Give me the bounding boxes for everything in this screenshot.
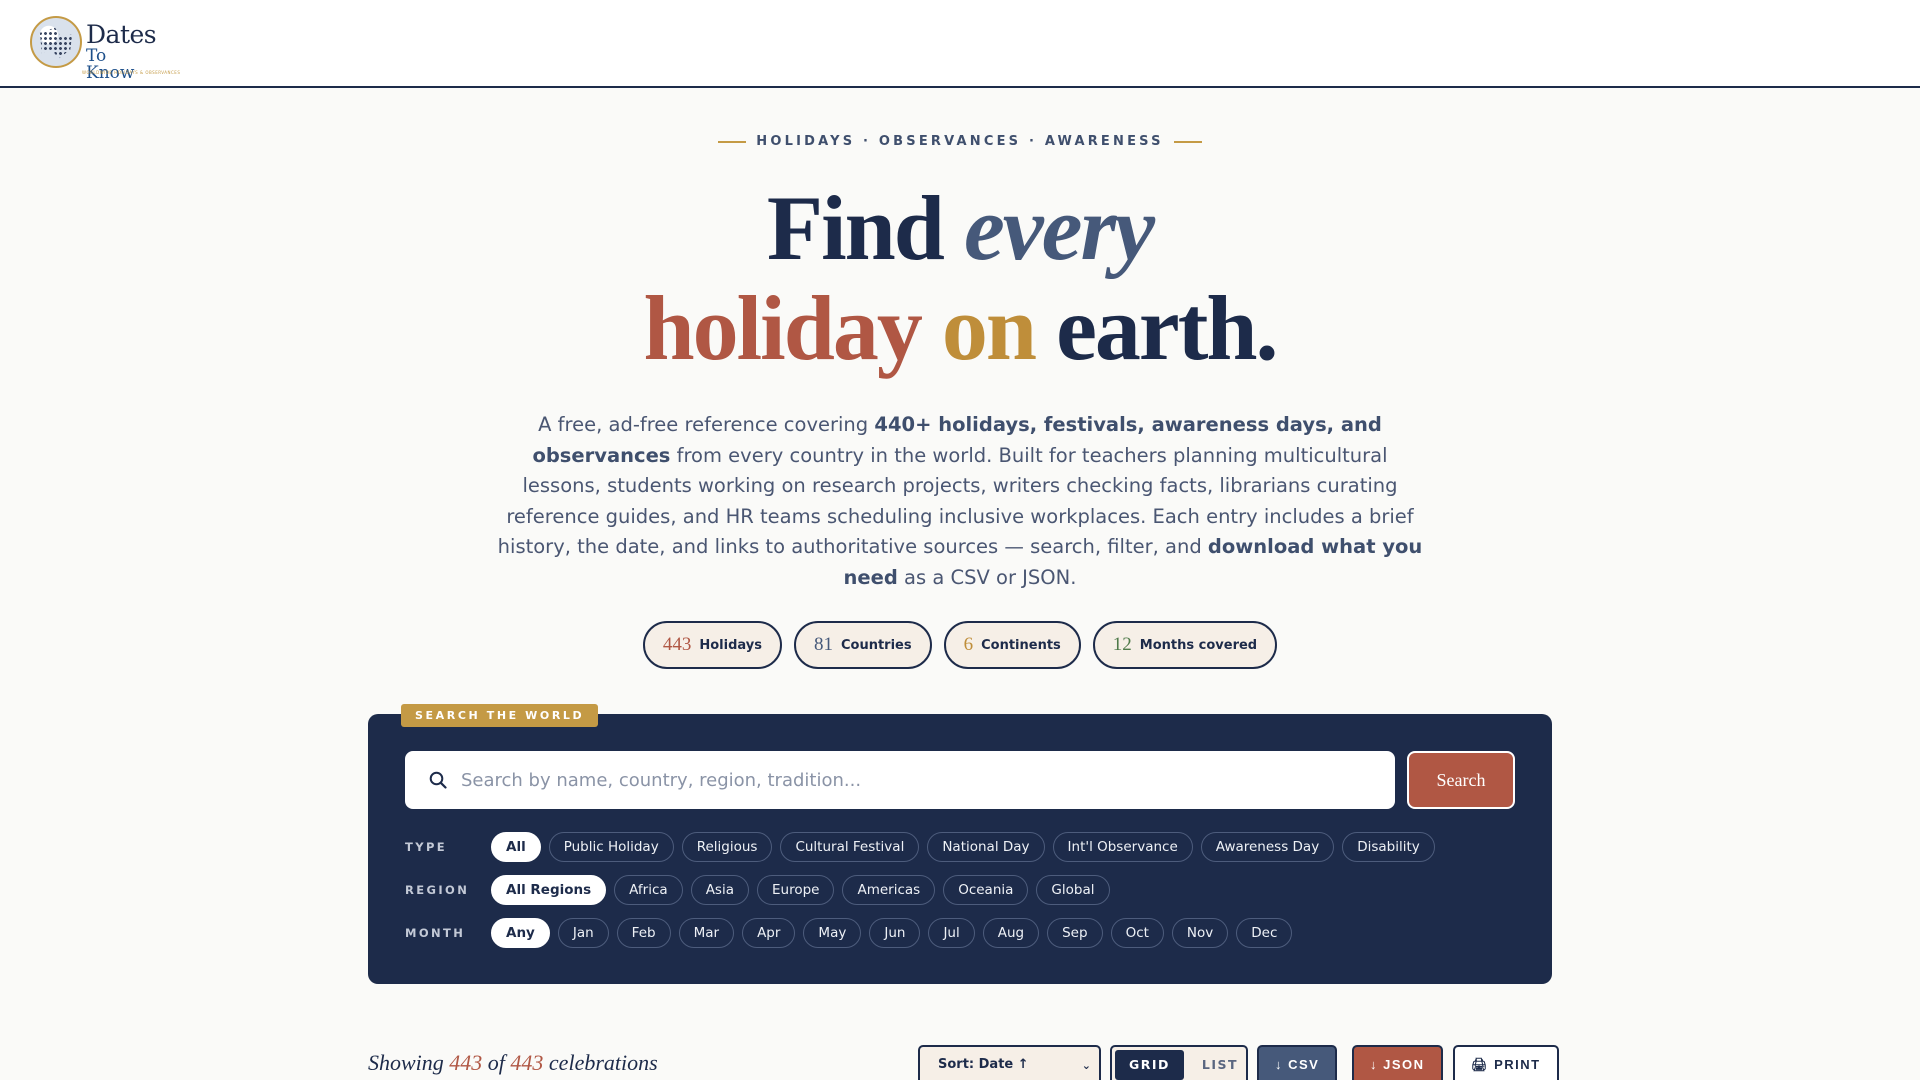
view-grid-button[interactable]: GRID bbox=[1115, 1050, 1184, 1080]
view-list-button[interactable]: LIST bbox=[1188, 1050, 1252, 1080]
month-chip-mar[interactable]: Mar bbox=[678, 918, 735, 948]
search-button[interactable]: Search bbox=[1407, 751, 1515, 809]
download-json-button[interactable]: ↓ JSON bbox=[1352, 1045, 1443, 1080]
sort-select[interactable]: Sort: Date ↑ ⌄ bbox=[918, 1045, 1101, 1080]
stat-countries: 81 Countries bbox=[793, 621, 932, 669]
logo-tagline: WORLDWIDE HOLIDAYS & OBSERVANCES bbox=[82, 70, 181, 75]
filter-row-month: MONTH Any Jan Feb Mar Apr May Jun Jul Aug Sep Oct N… bbox=[405, 918, 1293, 948]
stat-number: 81 bbox=[813, 634, 833, 655]
type-chip-national-day[interactable]: National Day bbox=[927, 832, 1045, 862]
stat-label: Months covered bbox=[1139, 637, 1258, 653]
region-chip-all-regions[interactable]: All Regions bbox=[491, 875, 607, 905]
chevron-down-icon: ⌄ bbox=[1081, 1059, 1091, 1072]
type-chip-religious[interactable]: Religious bbox=[681, 832, 773, 862]
stat-continents: 6 Continents bbox=[943, 621, 1081, 669]
filter-row-type: TYPE All Public Holiday Religious Cultural … bbox=[405, 832, 1435, 862]
month-chip-oct[interactable]: Oct bbox=[1110, 918, 1164, 948]
intro-text-1: A free, ad-free reference covering bbox=[538, 413, 875, 436]
stat-label: Countries bbox=[840, 637, 912, 653]
month-chip-apr[interactable]: Apr bbox=[742, 918, 796, 948]
site-logo[interactable]: Dates To Know WORLDWIDE HOLIDAYS & OBSER… bbox=[30, 16, 180, 82]
view-toggle: GRID LIST bbox=[1110, 1045, 1248, 1080]
type-chip-cultural-festival[interactable]: Cultural Festival bbox=[780, 832, 920, 862]
results-count: Showing 443 of 443 celebrations bbox=[368, 1050, 658, 1076]
site-header: Dates To Know WORLDWIDE HOLIDAYS & OBSER… bbox=[0, 0, 1920, 88]
month-chip-feb[interactable]: Feb bbox=[616, 918, 671, 948]
filter-label-month: MONTH bbox=[405, 926, 466, 940]
region-chip-global[interactable]: Global bbox=[1036, 875, 1110, 905]
month-chip-sep[interactable]: Sep bbox=[1047, 918, 1103, 948]
type-chip-awareness-day[interactable]: Awareness Day bbox=[1200, 832, 1335, 862]
intro-text-3: as a CSV or JSON. bbox=[897, 565, 1077, 589]
logo-title: Dates bbox=[86, 20, 157, 49]
stat-number: 12 bbox=[1112, 634, 1132, 655]
stat-number: 443 bbox=[662, 634, 692, 655]
month-chip-nov[interactable]: Nov bbox=[1171, 918, 1229, 948]
region-chips: All Regions Africa Asia Europe Americas Ocean… bbox=[491, 875, 1110, 905]
print-button[interactable]: 🖨 PRINT bbox=[1453, 1045, 1559, 1080]
month-chips: Any Jan Feb Mar Apr May Jun Jul Aug Sep Oct Nov Dec bbox=[491, 918, 1293, 948]
region-chip-americas[interactable]: Americas bbox=[842, 875, 936, 905]
stat-label: Continents bbox=[981, 637, 1061, 653]
showing-shown: 443 bbox=[449, 1050, 483, 1075]
search-panel-tag: SEARCH THE WORLD bbox=[401, 704, 599, 727]
search-icon bbox=[429, 771, 447, 789]
month-chip-aug[interactable]: Aug bbox=[982, 918, 1040, 948]
region-chip-africa[interactable]: Africa bbox=[614, 875, 683, 905]
showing-of: of bbox=[487, 1050, 505, 1075]
month-chip-jul[interactable]: Jul bbox=[928, 918, 975, 948]
eyebrow-rule-left bbox=[718, 140, 747, 143]
headline-word-earth: earth. bbox=[1056, 277, 1278, 379]
stat-months: 12 Months covered bbox=[1092, 621, 1278, 669]
eyebrow-text: HOLIDAYS · OBSERVANCES · AWARENESS bbox=[756, 134, 1164, 149]
stat-label: Holidays bbox=[699, 637, 762, 653]
logo-subtitle: To Know bbox=[86, 46, 135, 83]
globe-icon bbox=[30, 16, 82, 68]
type-chip-all[interactable]: All bbox=[491, 832, 541, 862]
type-chip-public-holiday[interactable]: Public Holiday bbox=[548, 832, 674, 862]
stats-row: 443 Holidays 81 Countries 6 Continents 1… bbox=[0, 621, 1920, 669]
region-chip-europe[interactable]: Europe bbox=[756, 875, 835, 905]
stat-number: 6 bbox=[963, 634, 974, 655]
showing-total: 443 bbox=[510, 1050, 544, 1075]
type-chip-disability[interactable]: Disability bbox=[1342, 832, 1435, 862]
month-chip-jun[interactable]: Jun bbox=[869, 918, 921, 948]
filter-label-type: TYPE bbox=[405, 840, 448, 854]
search-box[interactable] bbox=[405, 751, 1395, 809]
month-chip-jan[interactable]: Jan bbox=[557, 918, 609, 948]
eyebrow-rule-right bbox=[1173, 140, 1202, 143]
type-chip-int-l-observance[interactable]: Int'l Observance bbox=[1052, 832, 1193, 862]
month-chip-any[interactable]: Any bbox=[491, 918, 550, 948]
showing-suffix: celebrations bbox=[548, 1050, 658, 1075]
sort-value: Sort: Date ↑ bbox=[938, 1057, 1029, 1072]
region-chip-oceania[interactable]: Oceania bbox=[943, 875, 1029, 905]
filter-row-region: REGION All Regions Africa Asia Europe Americ… bbox=[405, 875, 1110, 905]
month-chip-dec[interactable]: Dec bbox=[1236, 918, 1293, 948]
region-chip-asia[interactable]: Asia bbox=[690, 875, 749, 905]
showing-prefix: Showing bbox=[368, 1050, 444, 1075]
headline-word-find: Find bbox=[766, 177, 945, 279]
hero-intro: A free, ad-free reference covering 440+ … bbox=[495, 410, 1425, 593]
filter-label-region: REGION bbox=[405, 883, 470, 897]
month-chip-may[interactable]: May bbox=[803, 918, 862, 948]
headline-word-every: every bbox=[963, 177, 1155, 279]
hero-eyebrow: HOLIDAYS · OBSERVANCES · AWARENESS bbox=[0, 134, 1920, 149]
stat-holidays: 443 Holidays bbox=[642, 621, 782, 669]
hero-headline: Find every holiday on earth. bbox=[0, 178, 1920, 378]
search-input[interactable] bbox=[461, 751, 1381, 809]
headline-word-on: on bbox=[941, 277, 1037, 379]
headline-word-holiday: holiday bbox=[643, 277, 922, 379]
download-csv-button[interactable]: ↓ CSV bbox=[1257, 1045, 1338, 1080]
type-chips: All Public Holiday Religious Cultural Festi… bbox=[491, 832, 1435, 862]
